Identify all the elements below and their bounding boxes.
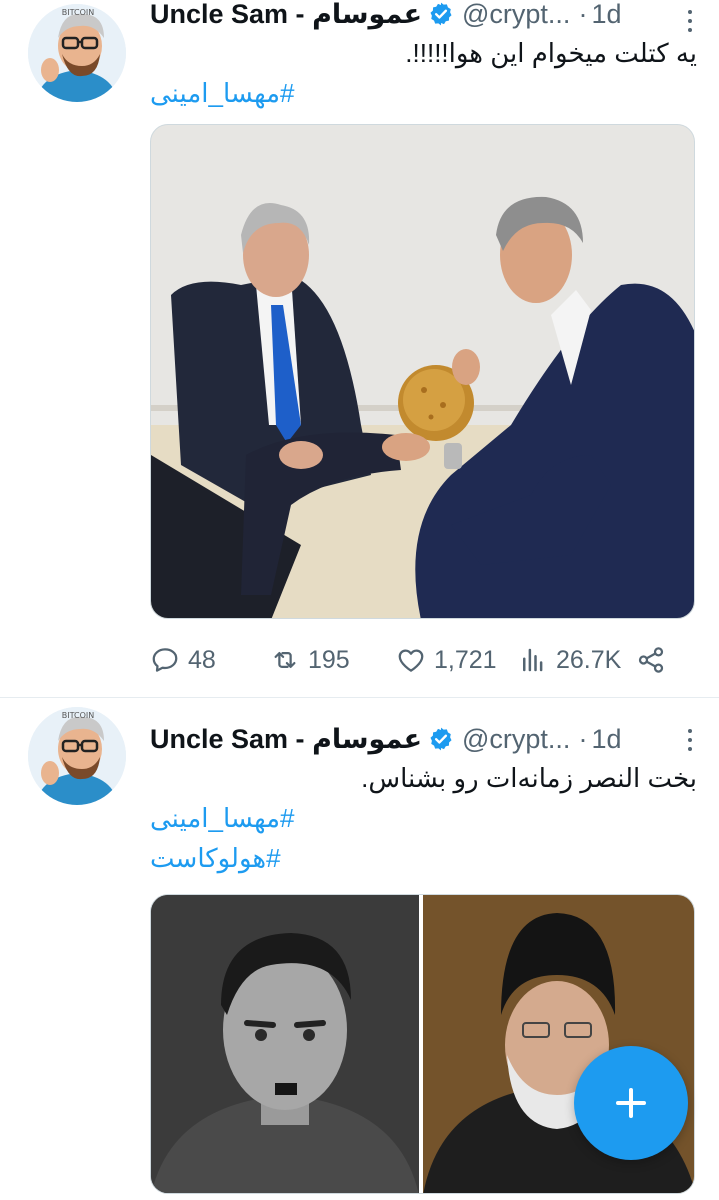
display-name[interactable]: Uncle Sam - عموسام — [150, 0, 422, 30]
verified-badge-icon — [430, 727, 452, 751]
tweet-header: Uncle Sam - عموسام @crypt... · 1d — [150, 0, 719, 32]
retweet-count: 195 — [308, 645, 350, 674]
separator-dot: · — [578, 723, 588, 754]
tweet-text: بخت النصر زمانه‌ات رو بشناس. — [361, 763, 697, 793]
tweet-photo[interactable] — [150, 124, 695, 619]
hashtag-link[interactable]: #مهسا_امینی — [150, 78, 294, 109]
share-button[interactable] — [636, 640, 666, 680]
reply-button[interactable]: 48 — [150, 640, 216, 680]
avatar[interactable]: BITCOIN — [28, 707, 126, 805]
avatar[interactable]: BITCOIN — [28, 4, 126, 102]
tweet-header: Uncle Sam - عموسام @crypt... · 1d — [150, 721, 719, 757]
tweet-text: یه کتلت میخوام این هوا!!!!!. — [405, 38, 697, 68]
views-button[interactable]: 26.7K — [518, 640, 621, 680]
more-options-icon[interactable] — [679, 10, 701, 32]
retweet-button[interactable]: 195 — [270, 640, 350, 680]
tweet-actions: 48 195 1,721 26.7K — [150, 640, 699, 680]
more-options-icon[interactable] — [679, 729, 701, 751]
tweet[interactable]: BITCOIN Uncle Sam - عموسام @crypt... · 1… — [0, 0, 719, 698]
views-icon — [523, 648, 543, 672]
timestamp[interactable]: 1d — [591, 724, 621, 755]
reply-icon — [152, 648, 178, 672]
like-button[interactable]: 1,721 — [396, 640, 497, 680]
compose-button[interactable] — [574, 1046, 688, 1160]
verified-badge-icon — [430, 2, 452, 26]
photo-image — [151, 125, 694, 618]
display-name[interactable]: Uncle Sam - عموسام — [150, 724, 422, 755]
avatar-label: BITCOIN — [62, 8, 95, 17]
like-count: 1,721 — [434, 645, 497, 674]
plus-icon — [616, 1088, 646, 1118]
hashtag-link[interactable]: #هولوکاست — [150, 843, 281, 874]
share-icon — [638, 647, 664, 673]
heart-icon — [398, 649, 424, 672]
retweet-icon — [274, 652, 296, 668]
handle[interactable]: @crypt... — [462, 724, 570, 755]
avatar-label: BITCOIN — [62, 711, 95, 720]
separator-dot: · — [578, 0, 588, 29]
hashtag-link[interactable]: #مهسا_امینی — [150, 803, 294, 834]
reply-count: 48 — [188, 645, 216, 674]
views-count: 26.7K — [556, 645, 622, 674]
handle[interactable]: @crypt... — [462, 0, 570, 30]
timestamp[interactable]: 1d — [591, 0, 621, 30]
